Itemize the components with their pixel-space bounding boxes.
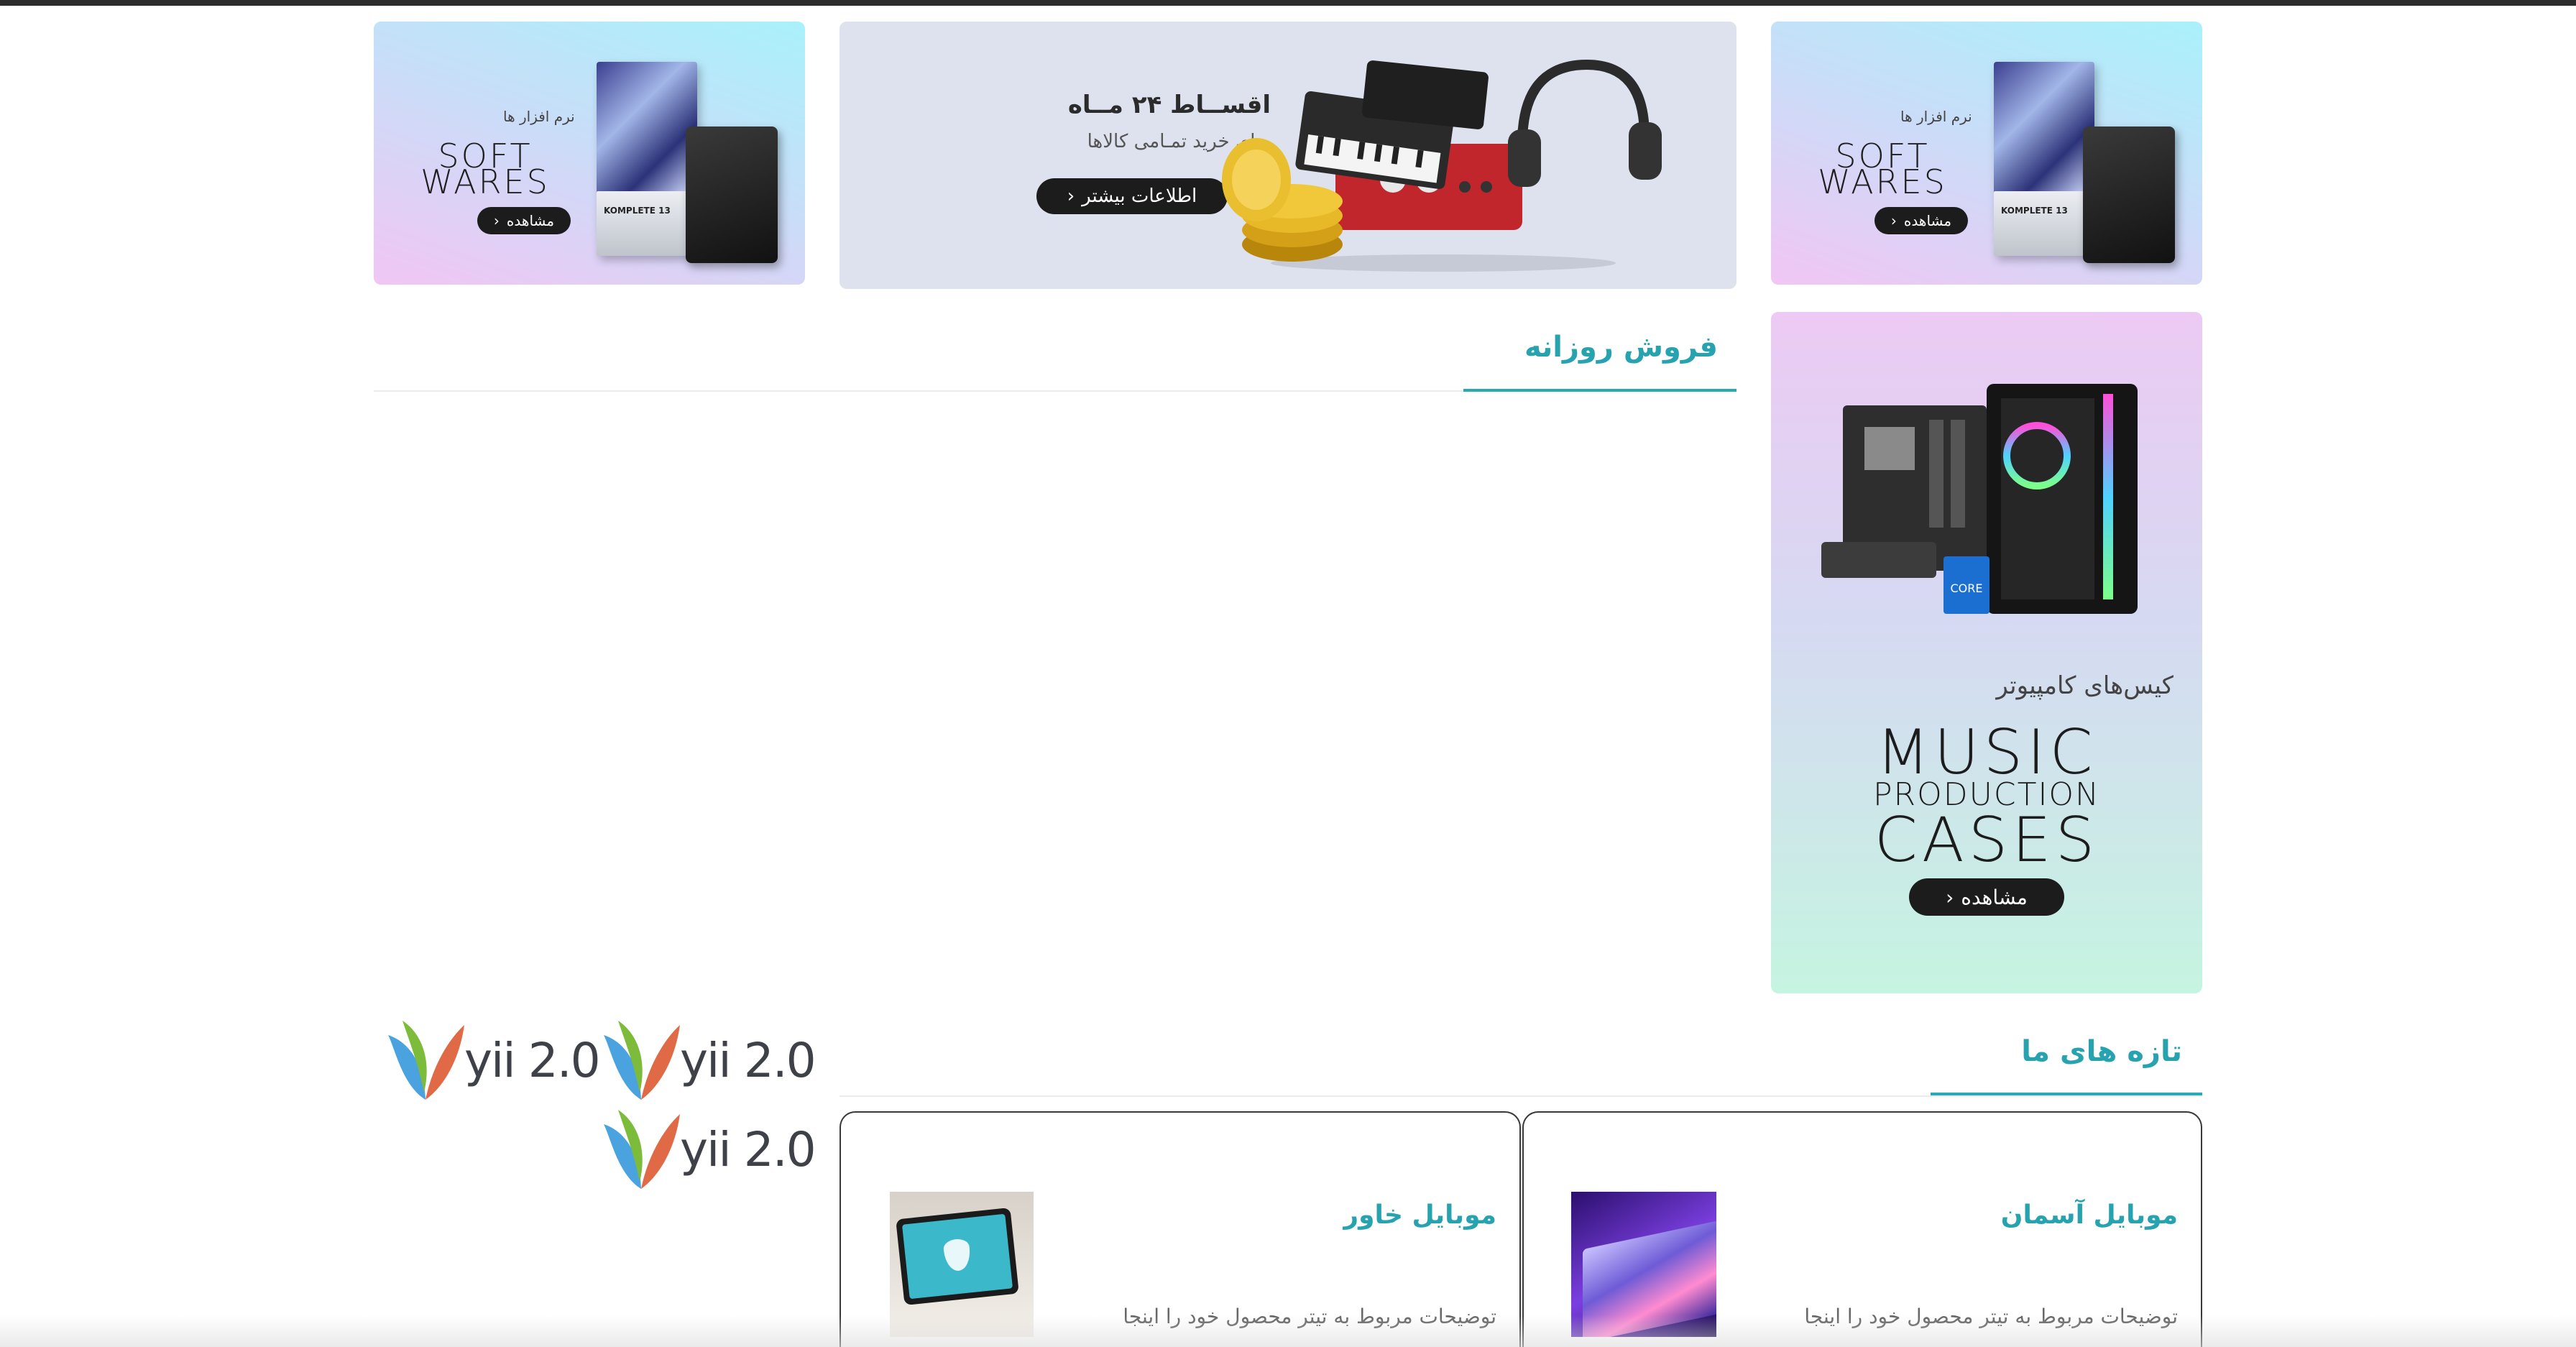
yii-logo-text: yii 2.0 xyxy=(464,1032,601,1088)
computer-cases-banner[interactable]: CORE کیس‌های کامپیوتر MUSIC PRODUCTION C… xyxy=(1771,312,2202,993)
product-title[interactable]: موبایل خاور xyxy=(1143,1200,1496,1230)
yii-logo: yii 2.0 xyxy=(604,1021,816,1100)
chevron-left-icon: ‹ xyxy=(1946,885,1954,909)
page-canvas: نرم افزار ها SOFT WARES مشاهده ‹ KOMPLET… xyxy=(0,0,2576,1347)
box-label: KOMPLETE 13 xyxy=(604,206,671,216)
pc-case-illustration: CORE xyxy=(1821,384,2138,614)
view-button-label: مشاهده xyxy=(506,212,555,229)
new-arrivals-accent xyxy=(1931,1093,2202,1095)
chevron-left-icon: ‹ xyxy=(1067,185,1075,207)
product-title[interactable]: موبایل آسمان xyxy=(1826,1200,2178,1230)
chevron-left-icon: ‹ xyxy=(493,212,500,229)
tablet-image xyxy=(896,1207,1019,1306)
cases-line-3: CASES xyxy=(1874,804,2099,876)
software-box-image: KOMPLETE 13 xyxy=(597,62,697,256)
cases-line-1: MUSIC xyxy=(1876,717,2097,789)
music-gear-illustration xyxy=(1222,59,1662,272)
more-info-label: اطلاعات بیشتر xyxy=(1082,185,1197,207)
product-card[interactable]: موبایل آسمان توضیحات مربوط به تیتر محصول… xyxy=(1522,1111,2202,1347)
software-banner-right[interactable]: نرم افزار ها SOFT WARES مشاهده ‹ KOMPLET… xyxy=(1771,22,2202,285)
headphones-image xyxy=(1517,59,1650,144)
software-view-button[interactable]: مشاهده ‹ xyxy=(1874,207,1968,234)
yii-leaf-icon xyxy=(604,1110,680,1189)
software-word-2: WARES xyxy=(1818,162,1947,201)
box-label: KOMPLETE 13 xyxy=(2001,206,2068,216)
box-label-strip: KOMPLETE 13 xyxy=(597,191,697,256)
yii-logo: yii 2.0 xyxy=(604,1110,816,1189)
installments-banner[interactable]: اقســاط ۲۴ مــاه برای خرید تمـامی کالاها… xyxy=(840,22,1736,289)
shield-icon xyxy=(942,1238,972,1272)
yii-logo-text: yii 2.0 xyxy=(680,1032,816,1088)
ssd-drive-image xyxy=(686,127,778,263)
software-word-2: WARES xyxy=(420,162,550,201)
cases-view-button[interactable]: مشاهده ‹ xyxy=(1909,878,2064,916)
software-view-button[interactable]: مشاهده ‹ xyxy=(477,207,571,234)
viewport-bottom-shadow xyxy=(0,1315,2576,1347)
view-button-label: مشاهده xyxy=(1903,212,1952,229)
yii-logo: yii 2.0 xyxy=(388,1021,601,1100)
graphics-card-image xyxy=(1821,542,1936,578)
software-tag: نرم افزار ها xyxy=(503,108,575,125)
yii-logo-text: yii 2.0 xyxy=(680,1121,816,1177)
daily-sales-title: فروش روزانه xyxy=(1524,331,1718,364)
yii-leaf-icon xyxy=(604,1021,680,1100)
daily-sales-accent xyxy=(1463,389,1736,392)
tablet-screen xyxy=(901,1213,1013,1300)
new-arrivals-title: تازه های ما xyxy=(2021,1035,2182,1068)
ssd-drive-image xyxy=(2083,127,2175,263)
chevron-left-icon: ‹ xyxy=(1890,212,1897,229)
software-banner-left[interactable]: نرم افزار ها SOFT WARES مشاهده ‹ KOMPLET… xyxy=(374,22,805,285)
product-card[interactable]: موبایل خاور توضیحات مربوط به تیتر محصول … xyxy=(840,1111,1521,1347)
yii-leaf-icon xyxy=(388,1021,464,1100)
cases-subtitle: کیس‌های کامپیوتر xyxy=(1996,671,2174,700)
view-button-label: مشاهده xyxy=(1961,885,2028,909)
new-arrivals-divider xyxy=(840,1095,2202,1097)
box-label-strip: KOMPLETE 13 xyxy=(1994,191,2094,256)
software-tag: نرم افزار ها xyxy=(1900,108,1972,125)
software-box-image: KOMPLETE 13 xyxy=(1994,62,2094,256)
more-info-button[interactable]: اطلاعات بیشتر ‹ xyxy=(1036,178,1228,214)
cpu-box-label: CORE xyxy=(1951,581,1983,595)
